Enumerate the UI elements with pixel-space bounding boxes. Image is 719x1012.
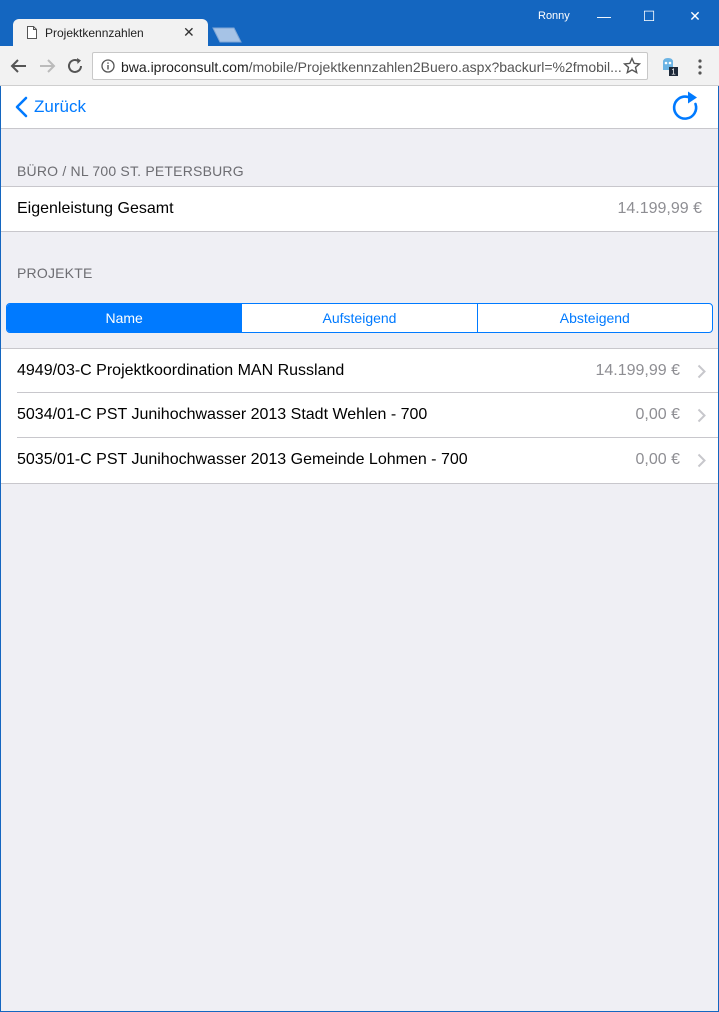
eigenleistung-value: 14.199,99 € xyxy=(617,200,702,217)
eigenleistung-label: Eigenleistung Gesamt xyxy=(17,200,174,217)
browser-toolbar: bwa.iproconsult.com/mobile/Projektkennza… xyxy=(0,46,719,86)
chevron-right-icon xyxy=(697,408,706,423)
address-bar[interactable]: bwa.iproconsult.com/mobile/Projektkennza… xyxy=(92,52,648,80)
sort-descending[interactable]: Absteigend xyxy=(476,304,712,332)
project-value: 0,00 € xyxy=(635,451,680,468)
page-content: Zurück BÜRO / NL 700 ST. PETERSBURG Eige… xyxy=(1,86,718,1011)
page-icon xyxy=(27,26,37,39)
sort-by-name[interactable]: Name xyxy=(7,304,242,332)
profile-name[interactable]: Ronny xyxy=(538,10,570,22)
title-bar: Projektkennzahlen ✕ Ronny — ☐ ✕ xyxy=(0,0,719,47)
section-header-buero: BÜRO / NL 700 ST. PETERSBURG xyxy=(17,163,244,179)
new-tab-button[interactable] xyxy=(212,27,242,43)
back-label: Zurück xyxy=(34,97,86,116)
sort-ascending[interactable]: Aufsteigend xyxy=(241,304,476,332)
url-host: bwa.iproconsult.com xyxy=(121,59,249,75)
project-row[interactable]: 5034/01-C PST Junihochwasser 2013 Stadt … xyxy=(1,393,718,438)
tab-title: Projektkennzahlen xyxy=(45,26,144,40)
menu-icon[interactable] xyxy=(695,58,705,76)
chevron-right-icon xyxy=(697,364,706,379)
back-arrow-icon[interactable] xyxy=(8,55,30,77)
forward-arrow-icon[interactable] xyxy=(36,55,58,77)
project-row[interactable]: 4949/03-C Projektkoordination MAN Russla… xyxy=(1,348,718,393)
maximize-button[interactable]: ☐ xyxy=(638,6,660,26)
project-value: 14.199,99 € xyxy=(595,362,680,379)
star-icon[interactable] xyxy=(623,57,641,75)
sort-segmented-control: Name Aufsteigend Absteigend xyxy=(6,303,713,333)
window-close-button[interactable]: ✕ xyxy=(684,6,706,26)
project-label: 5034/01-C PST Junihochwasser 2013 Stadt … xyxy=(17,406,428,423)
reload-icon[interactable] xyxy=(64,55,86,77)
info-icon[interactable] xyxy=(101,59,115,73)
project-label: 4949/03-C Projektkoordination MAN Russla… xyxy=(17,362,345,379)
tab-projektkennzahlen[interactable]: Projektkennzahlen ✕ xyxy=(13,19,208,47)
extension-icon[interactable]: 1 xyxy=(660,58,678,76)
browser-window: Projektkennzahlen ✕ Ronny — ☐ ✕ bwa.ipro… xyxy=(0,0,719,1012)
page-navbar: Zurück xyxy=(1,86,718,129)
project-row[interactable]: 5035/01-C PST Junihochwasser 2013 Gemein… xyxy=(1,438,718,484)
project-label: 5035/01-C PST Junihochwasser 2013 Gemein… xyxy=(17,451,468,468)
project-value: 0,00 € xyxy=(635,406,680,423)
chevron-left-icon xyxy=(15,96,28,118)
chevron-right-icon xyxy=(697,453,706,468)
eigenleistung-row: Eigenleistung Gesamt 14.199,99 € xyxy=(1,186,718,232)
url-text[interactable]: bwa.iproconsult.com/mobile/Projektkennza… xyxy=(121,59,621,75)
extension-badge: 1 xyxy=(671,68,676,77)
close-icon[interactable]: ✕ xyxy=(183,24,195,41)
minimize-button[interactable]: — xyxy=(593,6,615,26)
refresh-icon[interactable] xyxy=(671,90,703,124)
back-button[interactable]: Zurück xyxy=(15,95,86,119)
url-path: /mobile/Projektkennzahlen2Buero.aspx?bac… xyxy=(248,59,621,75)
section-header-projekte: PROJEKTE xyxy=(17,265,93,281)
